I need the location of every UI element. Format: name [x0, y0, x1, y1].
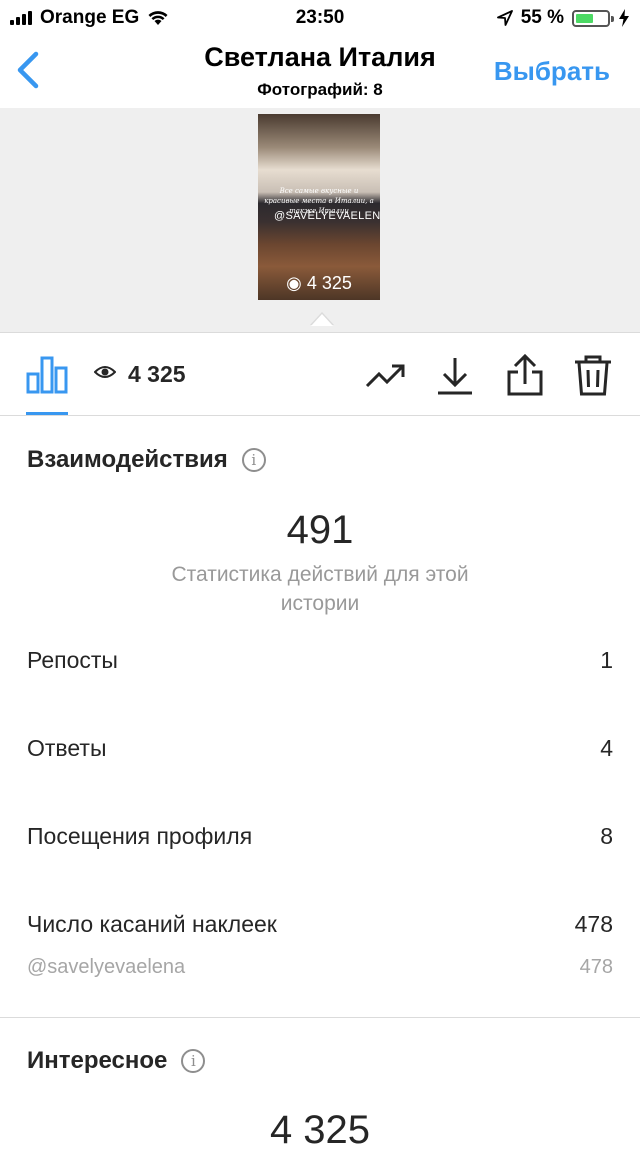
stat-row-replies: Ответы 4	[27, 728, 613, 768]
status-right: 55 %	[496, 7, 630, 29]
stat-label: Число касаний наклеек	[27, 910, 277, 937]
stat-value: 8	[600, 822, 613, 849]
stat-row-profile-visits: Посещения профиля 8	[27, 816, 613, 856]
share-icon	[507, 353, 543, 396]
stat-label: Репосты	[27, 646, 118, 673]
stat-value: 478	[574, 910, 613, 937]
battery-percent: 55 %	[520, 7, 564, 28]
insights-icon	[26, 356, 68, 394]
discovery-section-title: Интересное i	[27, 1047, 206, 1075]
status-bar: Orange EG 23:50 55 %	[0, 0, 640, 36]
share-button[interactable]	[504, 353, 546, 396]
promote-icon	[365, 364, 405, 388]
section-divider	[0, 1017, 640, 1018]
battery-icon	[572, 9, 614, 27]
interactions-caption: Статистика действий для этой истории	[171, 563, 469, 615]
info-icon[interactable]: i	[181, 1049, 206, 1073]
story-preview-strip: Все самые вкусные и красивые места в Ита…	[0, 108, 640, 333]
insights-tab-indicator	[26, 412, 68, 415]
stat-label: Посещения профиля	[27, 822, 253, 849]
charging-bolt-icon	[619, 9, 629, 27]
stat-value: 1	[600, 646, 613, 673]
trash-icon	[575, 355, 611, 396]
insights-tab[interactable]	[26, 352, 68, 394]
battery-fill	[576, 13, 593, 23]
discovery-total: 4 325	[269, 1108, 371, 1152]
interactions-title: Взаимодействия	[27, 446, 228, 473]
sticker-mention-value: 478	[579, 956, 613, 978]
story-views-overlay: ◉ 4 325	[258, 273, 380, 294]
story-views-count: 4 325	[306, 273, 352, 293]
promote-button[interactable]	[364, 354, 406, 396]
delete-button[interactable]	[572, 354, 614, 396]
story-thumbnail[interactable]: Все самые вкусные и красивые места в Ита…	[258, 114, 380, 300]
selected-story-pointer	[311, 314, 333, 326]
download-button[interactable]	[434, 354, 476, 396]
interactions-total: 491	[286, 508, 354, 552]
stat-subrow-sticker: @savelyevaelena 478	[27, 956, 613, 979]
download-icon	[438, 358, 472, 395]
stat-row-reposts: Репосты 1	[27, 640, 613, 680]
views-count: 4 325	[128, 361, 186, 387]
interactions-section-title: Взаимодействия i	[27, 446, 266, 474]
navigation-bar: Светлана Италия Фотографий: 8 Выбрать	[0, 36, 640, 108]
stat-value: 4	[600, 734, 613, 761]
sticker-mention-label: @savelyevaelena	[27, 956, 186, 978]
stat-label: Ответы	[27, 734, 107, 761]
info-icon[interactable]: i	[241, 448, 266, 472]
story-mention-tag: @SAVELYEVAELENA	[274, 210, 380, 222]
eye-icon: ◉	[286, 273, 302, 293]
eye-icon	[94, 366, 116, 378]
stat-row-sticker-taps: Число касаний наклеек 478	[27, 904, 613, 944]
discovery-title: Интересное	[27, 1047, 168, 1074]
location-arrow-icon	[496, 10, 513, 26]
select-button[interactable]: Выбрать	[494, 56, 610, 87]
story-toolbar: 4 325	[0, 332, 640, 416]
